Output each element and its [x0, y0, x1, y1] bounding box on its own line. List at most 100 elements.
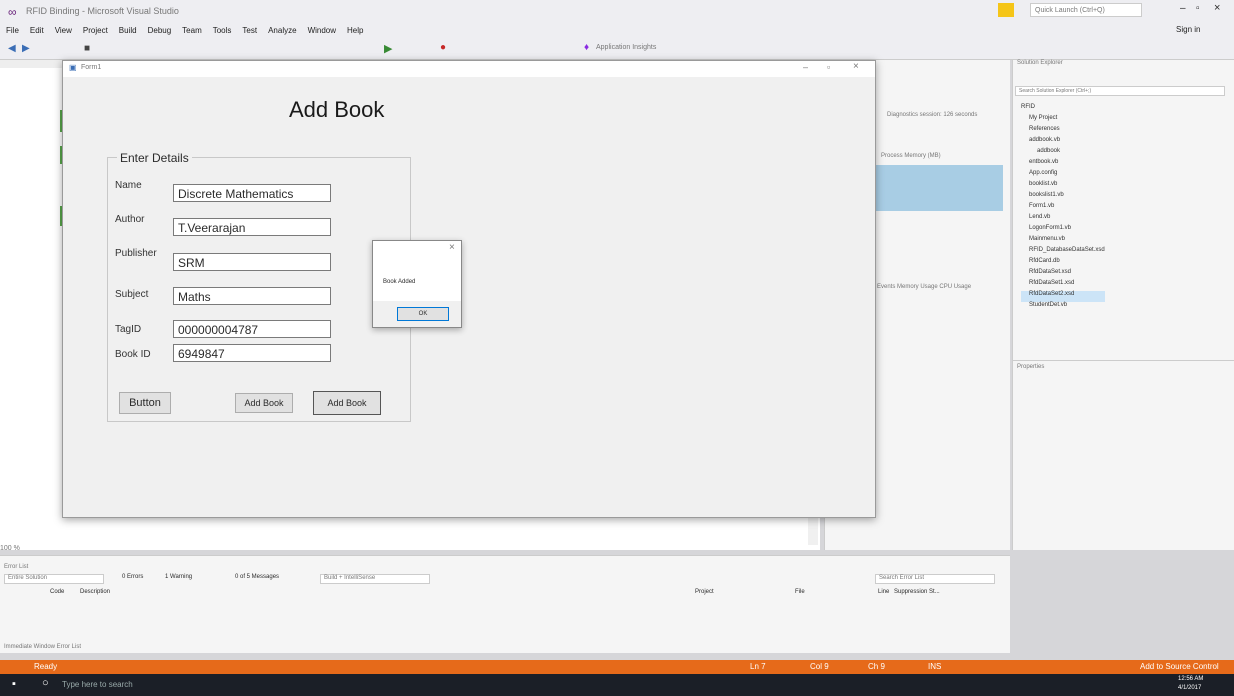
cortana-icon[interactable]: ○: [42, 677, 49, 689]
error-list-title: Error List: [4, 564, 29, 570]
tree-item[interactable]: References: [1021, 126, 1105, 137]
tree-item[interactable]: Mainmenu.vb: [1021, 236, 1105, 247]
page-title: Add Book: [289, 97, 385, 122]
errors-filter[interactable]: 0 Errors: [122, 574, 143, 580]
zoom-level[interactable]: 100 %: [0, 545, 20, 552]
add-book-button-1[interactable]: Add Book: [235, 393, 293, 413]
col-suppression[interactable]: Suppression St...: [894, 589, 940, 595]
publisher-label: Publisher: [115, 248, 157, 259]
col-project[interactable]: Project: [695, 589, 714, 595]
tree-item[interactable]: RfdDataSet1.xsd: [1021, 280, 1105, 291]
windows-start-icon[interactable]: ▪: [12, 678, 16, 690]
app-insights-icon[interactable]: ♦: [584, 42, 589, 53]
tree-item[interactable]: addbook.vb: [1021, 137, 1105, 148]
col-line[interactable]: Line: [878, 589, 889, 595]
warnings-filter[interactable]: 1 Warning: [165, 574, 192, 580]
feedback-flag-icon[interactable]: [998, 3, 1014, 17]
menu-file[interactable]: File: [6, 26, 19, 35]
form-minimize-icon[interactable]: –: [803, 62, 808, 72]
error-search-input[interactable]: Search Error List: [875, 574, 995, 584]
memory-chart: [875, 165, 1003, 211]
col-code[interactable]: Code: [50, 589, 64, 595]
ok-button[interactable]: OK: [397, 307, 449, 321]
button1[interactable]: Button: [119, 392, 171, 414]
menu-window[interactable]: Window: [308, 26, 336, 35]
add-book-button-2[interactable]: Add Book: [313, 391, 381, 415]
process-memory-label: Process Memory (MB): [881, 153, 941, 159]
quick-launch-input[interactable]: Quick Launch (Ctrl+Q): [1030, 3, 1142, 17]
maximize-icon[interactable]: ▫: [1196, 3, 1200, 14]
tree-item[interactable]: Lend.vb: [1021, 214, 1105, 225]
tree-item[interactable]: booklist.vb: [1021, 181, 1105, 192]
vs-logo-icon: ∞: [8, 5, 17, 19]
messages-filter[interactable]: 0 of 5 Messages: [235, 574, 279, 580]
taskbar-date: 4/1/2017: [1178, 685, 1202, 691]
tree-item[interactable]: LogonForm1.vb: [1021, 225, 1105, 236]
menu-help[interactable]: Help: [347, 26, 363, 35]
stop-icon[interactable]: ●: [440, 42, 446, 53]
bookid-field[interactable]: 6949847: [173, 344, 331, 362]
error-list-panel: Error List Entire Solution 0 Errors 1 Wa…: [0, 555, 1010, 653]
forward-icon[interactable]: ▶: [22, 43, 30, 54]
solution-explorer: Solution Explorer Search Solution Explor…: [1012, 60, 1234, 360]
menu-project[interactable]: Project: [83, 26, 108, 35]
tree-item[interactable]: RFID: [1021, 104, 1105, 115]
windows-taskbar: ▪ ○ Type here to search 12:56 AM 4/1/201…: [0, 674, 1234, 696]
messagebox-close-icon[interactable]: ×: [449, 242, 455, 253]
status-bar: Ready Ln 7 Col 9 Ch 9 INS Add to Source …: [0, 660, 1234, 674]
sign-in-link[interactable]: Sign in: [1176, 25, 1200, 34]
app-insights-label[interactable]: Application Insights: [596, 44, 656, 51]
vs-toolbar: ◀ ▶ ■ ▶ ● ♦ Application Insights: [0, 38, 1234, 60]
bookid-label: Book ID: [115, 349, 151, 360]
tree-item-selected[interactable]: RfdDataSet2.xsd: [1021, 291, 1105, 302]
tree-item[interactable]: RfdDataSet.xsd: [1021, 269, 1105, 280]
menu-debug[interactable]: Debug: [148, 26, 172, 35]
menu-view[interactable]: View: [55, 26, 72, 35]
start-icon[interactable]: ▶: [384, 42, 392, 55]
menu-analyze[interactable]: Analyze: [268, 26, 296, 35]
tagid-field[interactable]: 000000004787: [173, 320, 331, 338]
tree-item[interactable]: StudentDet.vb: [1021, 302, 1105, 313]
tree-item[interactable]: addbook: [1021, 148, 1105, 159]
form-title-bar: ▣ Form1 – ▫ ×: [63, 61, 875, 77]
minimize-icon[interactable]: –: [1180, 3, 1186, 14]
menu-test[interactable]: Test: [242, 26, 257, 35]
tree-item[interactable]: My Project: [1021, 115, 1105, 126]
author-field[interactable]: T.Veerarajan: [173, 218, 331, 236]
properties-title: Properties: [1017, 364, 1045, 370]
tagid-label: TagID: [115, 324, 142, 335]
form-icon: ▣: [69, 63, 77, 72]
menu-build[interactable]: Build: [119, 26, 137, 35]
col-file[interactable]: File: [795, 589, 805, 595]
bottom-tabs[interactable]: Immediate Window Error List: [4, 644, 81, 650]
close-icon[interactable]: ×: [1214, 2, 1220, 14]
source-control-button[interactable]: Add to Source Control: [1140, 662, 1219, 671]
vs-title-bar: ∞ RFID Binding - Microsoft Visual Studio…: [0, 0, 1234, 22]
publisher-field[interactable]: SRM: [173, 253, 331, 271]
solution-explorer-title: Solution Explorer: [1017, 60, 1063, 66]
col-description[interactable]: Description: [80, 589, 110, 595]
tree-item[interactable]: App.config: [1021, 170, 1105, 181]
status-line: Ln 7: [750, 662, 766, 671]
menu-tools[interactable]: Tools: [213, 26, 232, 35]
back-icon[interactable]: ◀: [8, 43, 16, 54]
diag-tabs[interactable]: Events Memory Usage CPU Usage: [877, 284, 971, 290]
tree-item[interactable]: Form1.vb: [1021, 203, 1105, 214]
tree-item[interactable]: RFID_DatabaseDataSet.xsd: [1021, 247, 1105, 258]
taskbar-search[interactable]: Type here to search: [62, 680, 133, 689]
name-field[interactable]: Discrete Mathematics: [173, 184, 331, 202]
solution-search-input[interactable]: Search Solution Explorer (Ctrl+;): [1015, 86, 1225, 96]
build-filter-select[interactable]: Build + IntelliSense: [320, 574, 430, 584]
name-label: Name: [115, 180, 142, 191]
save-icon[interactable]: ■: [84, 43, 90, 54]
menu-team[interactable]: Team: [182, 26, 202, 35]
form-close-icon[interactable]: ×: [853, 61, 859, 72]
form-maximize-icon[interactable]: ▫: [827, 62, 830, 72]
subject-field[interactable]: Maths: [173, 287, 331, 305]
error-scope-select[interactable]: Entire Solution: [4, 574, 104, 584]
tree-item[interactable]: bookslist1.vb: [1021, 192, 1105, 203]
menu-edit[interactable]: Edit: [30, 26, 44, 35]
tree-item[interactable]: RfdCard.db: [1021, 258, 1105, 269]
tree-item[interactable]: entbook.vb: [1021, 159, 1105, 170]
solution-tree: RFID My Project References addbook.vb ad…: [1021, 104, 1105, 313]
